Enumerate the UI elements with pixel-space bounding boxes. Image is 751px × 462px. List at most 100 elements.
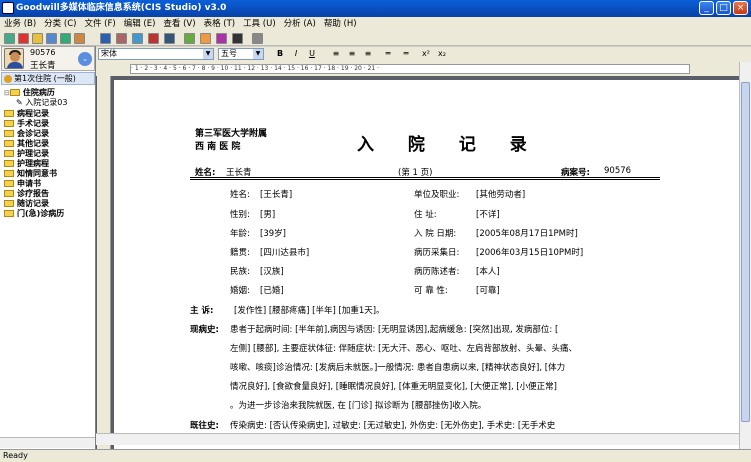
- tree-scrollbar[interactable]: [0, 437, 95, 448]
- chief-complaint-text[interactable]: [发作性] [腰部疼痛] [半年] [加重1天]。: [234, 304, 385, 316]
- note-icon[interactable]: [74, 33, 85, 44]
- menu-file[interactable]: 文件 (F): [80, 17, 119, 31]
- record-icon[interactable]: [18, 33, 29, 44]
- field-value[interactable]: [39岁]: [260, 227, 286, 239]
- tree-folder[interactable]: 护理记录: [4, 149, 49, 159]
- folder-icon: [4, 210, 14, 217]
- avatar: [4, 48, 24, 69]
- document-page[interactable]: 第三军医大学附属 西 南 医 院 入 院 记 录 姓名: 王长青 (第 1 页)…: [114, 80, 739, 449]
- save-icon[interactable]: [100, 33, 111, 44]
- export-icon[interactable]: [232, 33, 243, 44]
- line-spacing-icon[interactable]: ═: [382, 48, 394, 60]
- menu-category[interactable]: 分类 (C): [40, 17, 80, 31]
- tree-icon[interactable]: [184, 33, 195, 44]
- visit-tab[interactable]: 第1次住院 (一般): [1, 72, 95, 85]
- globe-icon[interactable]: [4, 33, 15, 44]
- folder-icon: [4, 160, 14, 167]
- menu-bar: 业务 (B) 分类 (C) 文件 (F) 编辑 (E) 查看 (V) 表格 (T) 工具 (…: [0, 17, 751, 31]
- patient-card[interactable]: 90576 王长青 ⌄: [1, 46, 95, 71]
- font-select[interactable]: 宋体 ▼: [98, 48, 214, 60]
- font-size-select[interactable]: 五号 ▼: [218, 48, 264, 60]
- tree-folder[interactable]: 其他记录: [4, 139, 49, 149]
- expand-chevron-icon[interactable]: ⌄: [78, 52, 92, 66]
- past-history-text[interactable]: 传染病史: [否认传染病史], 过敏史: [无过敏史], 外伤史: [无外伤史]…: [230, 419, 555, 431]
- tree-folder[interactable]: 手术记录: [4, 119, 49, 129]
- maximize-button[interactable]: □: [716, 1, 731, 15]
- present-illness-line[interactable]: 情况良好], [食欲食量良好], [睡眠情况良好], [体重无明显变化], [大…: [230, 380, 557, 392]
- tree-root[interactable]: ⊟ 住院病历: [4, 88, 55, 98]
- hospital-name-line2: 西 南 医 院: [195, 142, 241, 152]
- bold-button[interactable]: B: [274, 48, 286, 60]
- horizontal-scrollbar[interactable]: [96, 433, 739, 445]
- tree-folder[interactable]: 知情同意书: [4, 169, 57, 179]
- align-center-icon[interactable]: ≡: [346, 48, 358, 60]
- minimize-button[interactable]: _: [699, 1, 714, 15]
- menu-help[interactable]: 帮助 (H): [320, 17, 361, 31]
- tree-folder[interactable]: 随访记录: [4, 199, 49, 209]
- field-label: 婚姻:: [230, 286, 250, 296]
- tree-folder[interactable]: 诊疗报告: [4, 189, 49, 199]
- preview-icon[interactable]: [132, 33, 143, 44]
- tree-folder-label: 诊疗报告: [17, 189, 49, 198]
- menu-tools[interactable]: 工具 (U): [239, 17, 280, 31]
- field-value[interactable]: [已婚]: [260, 284, 284, 296]
- menu-edit[interactable]: 编辑 (E): [120, 17, 160, 31]
- tree-item-label: 入院记录03: [25, 98, 68, 107]
- folder-icon: [4, 110, 14, 117]
- book-icon[interactable]: [216, 33, 227, 44]
- tree-folder[interactable]: 护理病程: [4, 159, 49, 169]
- italic-button[interactable]: I: [290, 48, 302, 60]
- field-value[interactable]: [王长青]: [260, 188, 292, 200]
- paragraph-icon[interactable]: ═: [400, 48, 412, 60]
- chart-icon[interactable]: [46, 33, 57, 44]
- field-value[interactable]: [2005年08月17日1PM时]: [476, 227, 578, 239]
- field-value[interactable]: [2006年03月15日10PM时]: [476, 246, 583, 258]
- horizontal-ruler[interactable]: · 1 · 2 · 3 · 4 · 5 · 6 · 7 · 8 · 9 · 10…: [130, 64, 690, 74]
- print-icon[interactable]: [116, 33, 127, 44]
- subscript-button[interactable]: x₂: [436, 48, 448, 60]
- underline-button[interactable]: U: [306, 48, 318, 60]
- present-illness-line[interactable]: 。为进一步诊治来我院就医, 在 [门诊] 拟诊断为 [腰部挫伤]收入院。: [230, 399, 486, 411]
- person-icon[interactable]: [32, 33, 43, 44]
- scrollbar-thumb[interactable]: [741, 82, 750, 422]
- align-left-icon[interactable]: ≡: [330, 48, 342, 60]
- tree-folder[interactable]: 会诊记录: [4, 129, 49, 139]
- field-label: 民族:: [230, 267, 250, 277]
- record-number-value[interactable]: 90576: [604, 166, 631, 176]
- field-label: 入 院 日期:: [414, 229, 457, 239]
- tree-folder[interactable]: 门(急)诊病历: [4, 209, 64, 219]
- field-value[interactable]: [本人]: [476, 265, 500, 277]
- superscript-button[interactable]: x²: [420, 48, 432, 60]
- field-value[interactable]: [不详]: [476, 208, 500, 220]
- font-size-value: 五号: [221, 49, 237, 58]
- exit-icon[interactable]: [252, 33, 263, 44]
- field-value[interactable]: [汉族]: [260, 265, 284, 277]
- table-icon[interactable]: [164, 33, 175, 44]
- tree-folder[interactable]: 病程记录: [4, 109, 49, 119]
- tree-folder-label: 其他记录: [17, 139, 49, 148]
- vertical-scrollbar[interactable]: [739, 62, 751, 449]
- folder-icon: [4, 150, 14, 157]
- present-illness-line[interactable]: 左侧] [腰部], 主要症状体征: 伴随症状: [无大汗、恶心、呕吐、左肩背部放…: [230, 342, 577, 354]
- menu-table[interactable]: 表格 (T): [200, 17, 240, 31]
- field-value[interactable]: [四川达县市]: [260, 246, 309, 258]
- tree-item-admission[interactable]: ✎ 入院记录03: [16, 98, 67, 108]
- menu-business[interactable]: 业务 (B): [0, 17, 40, 31]
- folder-icon: [4, 200, 14, 207]
- tree-folder[interactable]: 申请书: [4, 179, 41, 189]
- tree-folder-label: 病程记录: [17, 109, 49, 118]
- menu-view[interactable]: 查看 (V): [159, 17, 199, 31]
- app-icon: [2, 2, 14, 14]
- refresh-icon[interactable]: [60, 33, 71, 44]
- field-value[interactable]: [男]: [260, 208, 275, 220]
- field-value[interactable]: [其他劳动者]: [476, 188, 525, 200]
- menu-analysis[interactable]: 分析 (A): [280, 17, 320, 31]
- field-label: 病历陈述者:: [414, 267, 460, 277]
- search-icon[interactable]: [200, 33, 211, 44]
- image-icon[interactable]: [148, 33, 159, 44]
- field-value[interactable]: [可靠]: [476, 284, 500, 296]
- close-button[interactable]: ×: [733, 1, 748, 15]
- align-right-icon[interactable]: ≡: [362, 48, 374, 60]
- present-illness-line[interactable]: 患者于起病时间: [半年前],病因与诱因: [无明显诱因],起病缓急: [突然]…: [230, 323, 558, 335]
- present-illness-line[interactable]: 咳嗽、咳痰]诊治情况: [发病后未就医。]一般情况: 患者自患病以来, [精神状…: [230, 361, 565, 373]
